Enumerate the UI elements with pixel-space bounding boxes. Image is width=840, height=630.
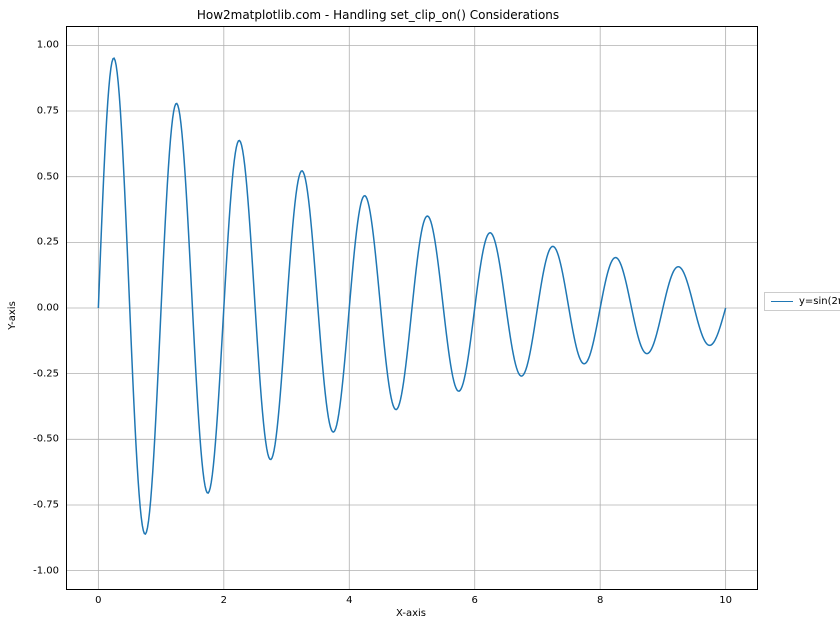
- line-series: [98, 58, 725, 534]
- series-line: [98, 58, 725, 534]
- y-tick: 0.50: [37, 171, 67, 182]
- chart-title: How2matplotlib.com - Handling set_clip_o…: [0, 8, 756, 22]
- x-tick: 4: [346, 589, 352, 606]
- y-tick: 0.00: [37, 303, 67, 314]
- y-tick: -1.00: [33, 565, 67, 576]
- x-tick: 10: [719, 589, 732, 606]
- x-tick: 8: [597, 589, 603, 606]
- x-axis-label: X-axis: [66, 608, 756, 619]
- y-tick: -0.25: [33, 368, 67, 379]
- y-tick: -0.50: [33, 434, 67, 445]
- y-tick: 0.25: [37, 237, 67, 248]
- x-tick: 0: [95, 589, 101, 606]
- figure: How2matplotlib.com - Handling set_clip_o…: [0, 0, 840, 630]
- y-tick: 0.75: [37, 106, 67, 117]
- x-tick: 2: [221, 589, 227, 606]
- axes-svg: [67, 27, 757, 589]
- y-tick: 1.00: [37, 40, 67, 51]
- legend: y=sin(2πx)*exp(-x/5): [764, 292, 840, 311]
- y-axis-label-text: Y-axis: [7, 301, 18, 330]
- y-tick: -0.75: [33, 499, 67, 510]
- legend-label: y=sin(2πx)*exp(-x/5): [799, 296, 840, 307]
- x-tick: 6: [472, 589, 478, 606]
- y-axis-label: Y-axis: [6, 0, 18, 630]
- legend-line-icon: [771, 301, 793, 302]
- plot-area: -1.00-0.75-0.50-0.250.000.250.500.751.00…: [66, 26, 758, 590]
